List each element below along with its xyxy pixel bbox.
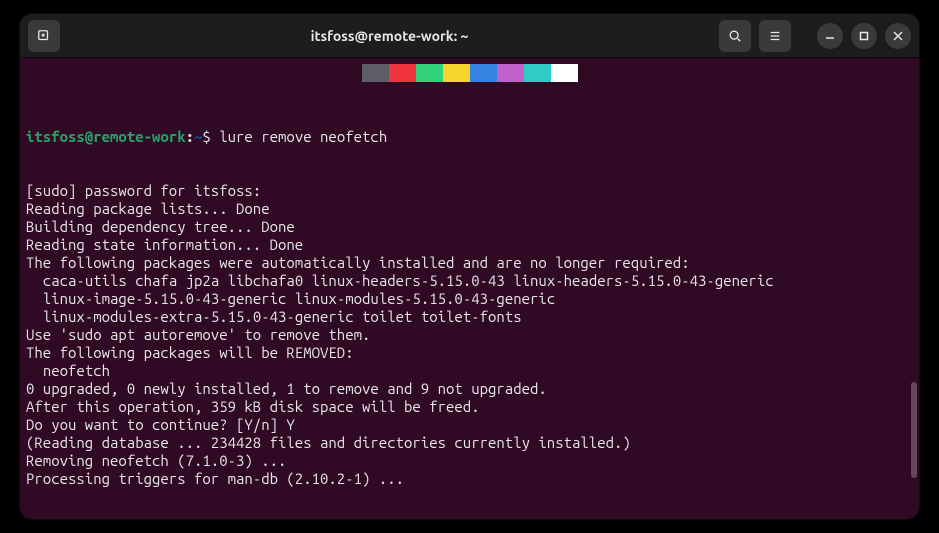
output-line: The following packages will be REMOVED: [26, 344, 913, 362]
color-swatch [551, 64, 578, 82]
close-button[interactable] [885, 23, 911, 49]
color-swatch [443, 64, 470, 82]
color-swatch [497, 64, 524, 82]
output-line: Processing triggers for man-db (2.10.2-1… [26, 470, 913, 488]
scrollbar[interactable] [911, 64, 917, 504]
output-line: Use 'sudo apt autoremove' to remove them… [26, 326, 913, 344]
output-line: linux-modules-extra-5.15.0-43-generic to… [26, 308, 913, 326]
search-button[interactable] [719, 20, 751, 52]
output-line: Reading state information... Done [26, 236, 913, 254]
output-line: [sudo] password for itsfoss: [26, 182, 913, 200]
terminal-window: itsfoss@remote-work: ~ [20, 14, 919, 519]
prompt-colon: : [186, 128, 194, 145]
color-swatch [389, 64, 416, 82]
prompt-symbol: $ [202, 128, 210, 145]
output-line: neofetch [26, 362, 913, 380]
new-tab-button[interactable] [28, 20, 60, 52]
prompt-userhost: itsfoss@remote-work [26, 128, 186, 145]
output-line: Do you want to continue? [Y/n] Y [26, 416, 913, 434]
output-line: (Reading database ... 234428 files and d… [26, 434, 913, 452]
output-line: Reading package lists... Done [26, 200, 913, 218]
color-swatch [362, 64, 389, 82]
prompt-line: itsfoss@remote-work:~$ lure remove neofe… [26, 128, 913, 146]
menu-button[interactable] [759, 20, 791, 52]
color-swatch [524, 64, 551, 82]
color-swatches [20, 58, 919, 92]
output-line: caca-utils chafa jp2a libchafa0 linux-he… [26, 272, 913, 290]
output-line: Building dependency tree... Done [26, 218, 913, 236]
window-title: itsfoss@remote-work: ~ [60, 28, 719, 44]
color-swatch [470, 64, 497, 82]
terminal-output[interactable]: itsfoss@remote-work:~$ lure remove neofe… [20, 92, 919, 519]
color-swatch [416, 64, 443, 82]
command-text: lure remove neofetch [219, 128, 387, 145]
output-line: linux-image-5.15.0-43-generic linux-modu… [26, 290, 913, 308]
output-line: 0 upgraded, 0 newly installed, 1 to remo… [26, 380, 913, 398]
minimize-button[interactable] [817, 23, 843, 49]
output-line: Removing neofetch (7.1.0-3) ... [26, 452, 913, 470]
output-line: The following packages were automaticall… [26, 254, 913, 272]
maximize-button[interactable] [851, 23, 877, 49]
titlebar: itsfoss@remote-work: ~ [20, 14, 919, 58]
output-line: After this operation, 359 kB disk space … [26, 398, 913, 416]
scrollbar-thumb[interactable] [911, 382, 917, 478]
